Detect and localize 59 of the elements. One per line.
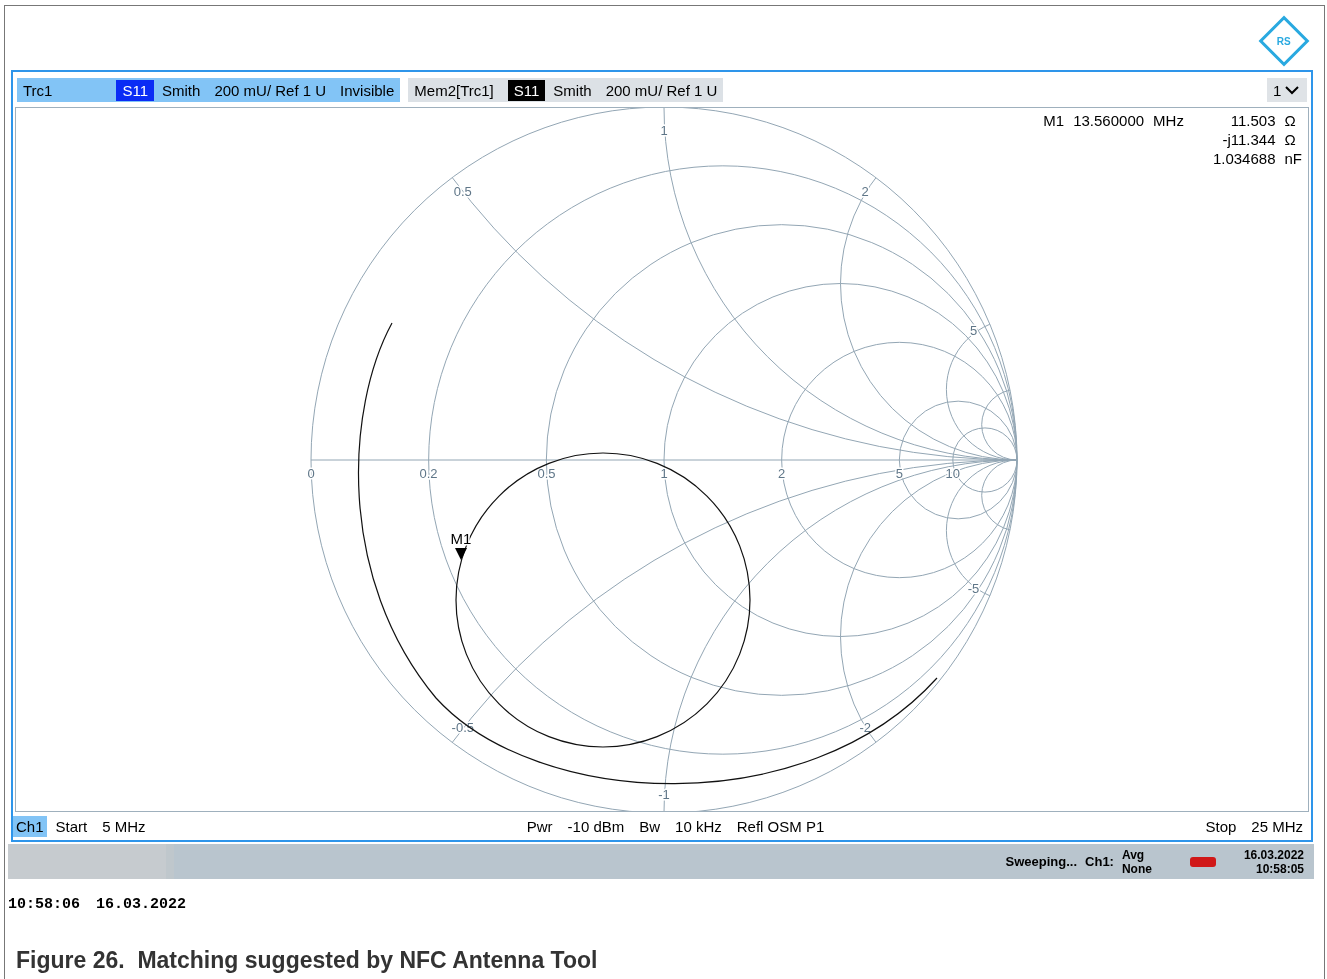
marker-value-unit: Ω — [1284, 112, 1297, 129]
bandwidth-value: 10 kHz — [675, 817, 722, 835]
stop-label: Stop — [1205, 817, 1237, 835]
axis-label: 2 — [861, 183, 869, 199]
bandwidth-label: Bw — [639, 817, 661, 835]
axis-label: -0.5 — [451, 720, 474, 736]
trace-scale: 200 mU/ Ref 1 U — [605, 81, 718, 99]
window-selector[interactable]: 1 — [1267, 78, 1307, 102]
timestamp-date: 16.03.2022 — [96, 896, 187, 913]
trace-format: Smith — [162, 81, 201, 99]
trace-status: Invisible — [340, 81, 395, 99]
marker-icon — [455, 548, 467, 560]
logo-icon: RS — [1258, 15, 1310, 67]
start-value: 5 MHz — [102, 817, 146, 835]
s-parameter-label: S11 — [507, 79, 546, 101]
power-label: Pwr — [526, 817, 553, 835]
status-date: 16.03.2022 — [1243, 847, 1304, 862]
trace-name: Mem2[Trc1] — [414, 81, 494, 99]
network-status-icon — [1189, 855, 1216, 868]
axis-label: 1 — [660, 466, 668, 481]
trace-scale: 200 mU/ Ref 1 U — [214, 81, 327, 99]
figure-caption: Figure 26. Matching suggested by NFC Antenna Tool — [15, 946, 599, 974]
timestamp-time: 10:58:06 — [8, 896, 80, 913]
axis-label: 5 — [895, 466, 904, 481]
marker-value: 11.503 — [1229, 112, 1276, 129]
channel-label[interactable]: Ch1 — [13, 815, 47, 837]
axis-label: 0.5 — [453, 183, 472, 199]
sweep-status: Sweeping... — [1005, 854, 1078, 869]
start-label: Start — [55, 817, 88, 835]
trace-label[interactable]: Mem2[Trc1] S11 Smith 200 mU/ Ref 1 U — [408, 78, 724, 102]
axis-label: 0 — [307, 466, 315, 481]
trace-name: Trc1 — [23, 81, 53, 99]
average-value: None — [1121, 861, 1152, 876]
axis-label: 0.2 — [419, 466, 438, 481]
axis-label: -2 — [859, 720, 871, 736]
axis-label: 5 — [969, 323, 978, 338]
trace-label[interactable]: Trc1 S11 Smith 200 mU/ Ref 1 U Invisible — [17, 78, 401, 102]
stop-value: 25 MHz — [1251, 817, 1303, 835]
marker-value-unit: nF — [1284, 150, 1302, 167]
chevron-icon — [1285, 85, 1300, 95]
trace-format: Smith — [553, 81, 592, 99]
axis-label: -5 — [967, 581, 980, 596]
marker-value-unit: Ω — [1284, 131, 1297, 148]
axis-label: 2 — [777, 466, 786, 481]
status-time: 10:58:05 — [1254, 861, 1304, 876]
marker-frequency: 13.560000 — [1073, 112, 1145, 129]
frequency-unit: MHz — [1153, 112, 1184, 129]
s-parameter-label: S11 — [116, 79, 155, 101]
marker-name: M1 — [1043, 112, 1065, 129]
axis-label: -1 — [658, 787, 670, 803]
axis-label: 0.5 — [537, 466, 556, 481]
calibration-label: Refl OSM P1 — [736, 817, 825, 835]
axis-label: 10 — [945, 466, 960, 481]
average-label: Avg — [1121, 847, 1146, 862]
axis-label: 1 — [660, 122, 668, 138]
channel-status-label: Ch1: — [1085, 854, 1114, 869]
marker-value: -j11.344 — [1221, 131, 1276, 148]
marker-value: 1.034688 — [1211, 150, 1276, 167]
power-value: -10 dBm — [567, 817, 625, 835]
